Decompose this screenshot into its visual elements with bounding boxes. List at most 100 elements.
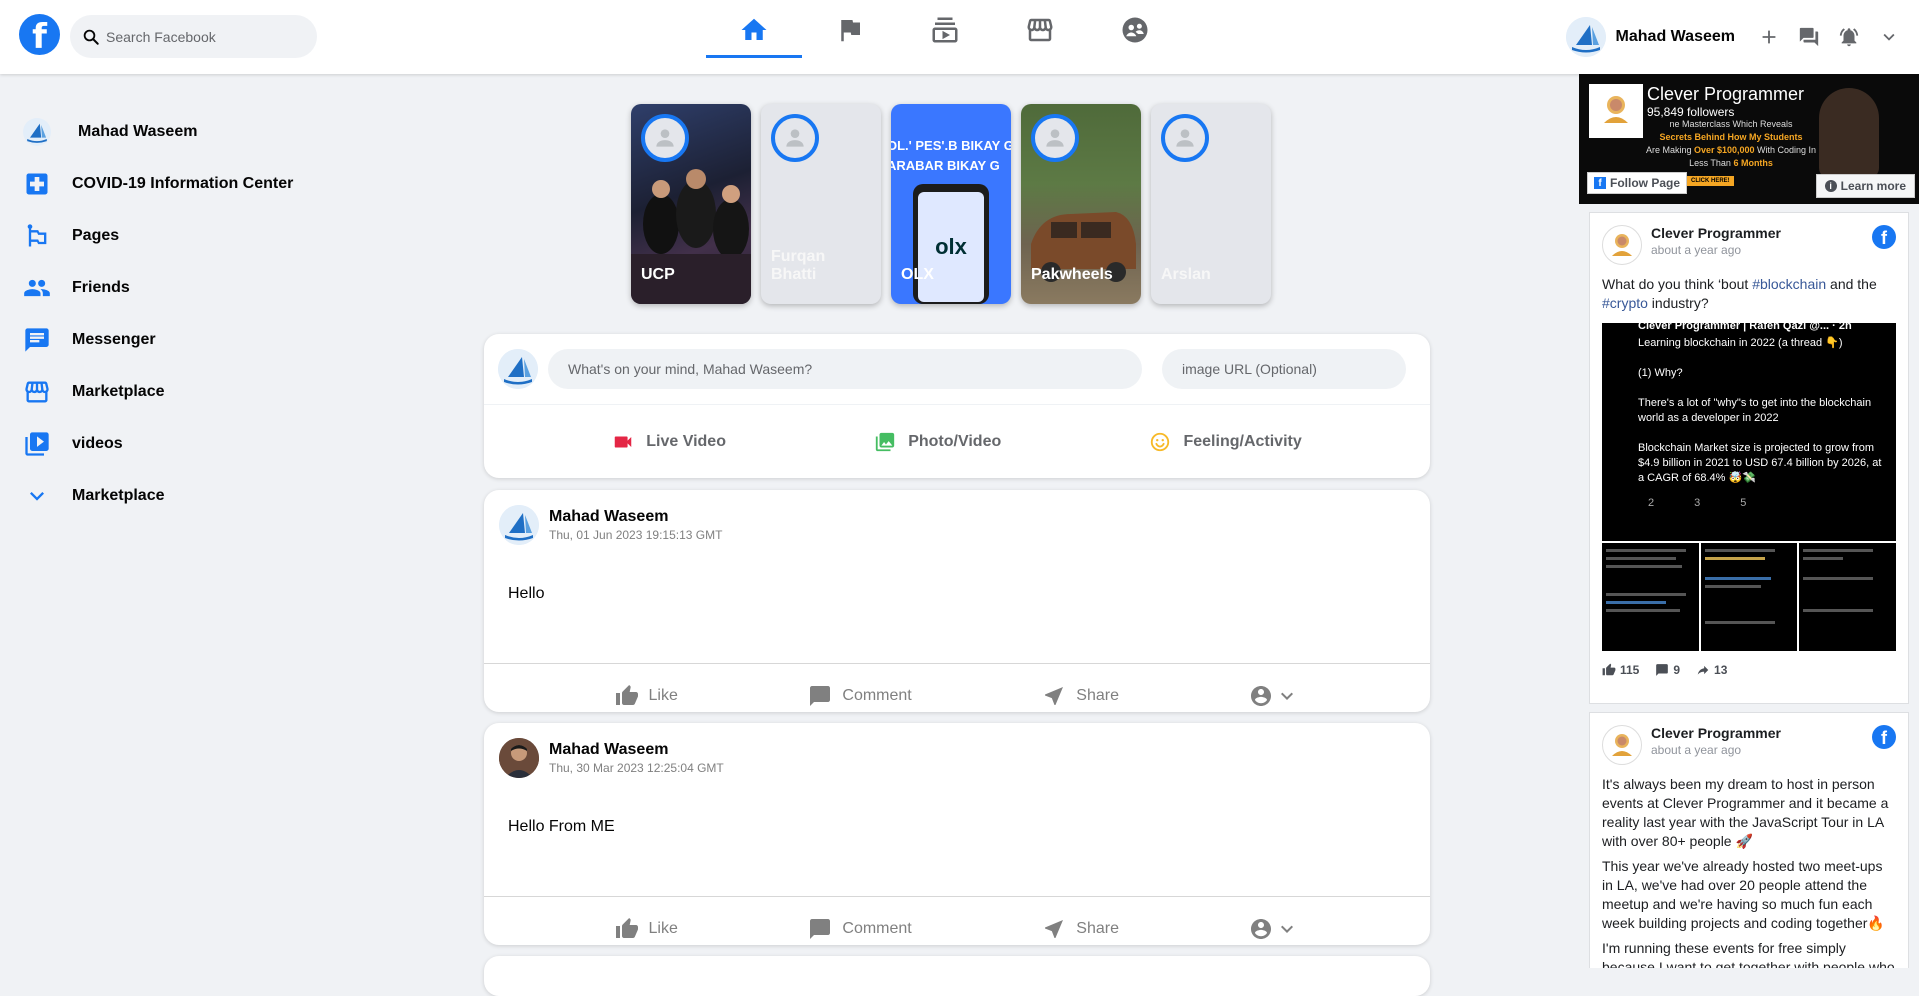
sidebar-item-videos[interactable]: videos bbox=[20, 418, 340, 470]
story-avatar bbox=[1031, 114, 1079, 162]
live-video-label: Live Video bbox=[646, 433, 726, 450]
avatar[interactable] bbox=[499, 738, 539, 778]
nav-groups[interactable] bbox=[1087, 0, 1183, 60]
home-icon bbox=[741, 18, 767, 40]
post-audience-button[interactable] bbox=[1249, 917, 1299, 941]
cover-cta: CLICK HERE! bbox=[1687, 176, 1734, 186]
learn-more-button[interactable]: i Learn more bbox=[1815, 174, 1915, 198]
facebook-icon[interactable]: f bbox=[1872, 725, 1896, 749]
tweet-thumbnail[interactable] bbox=[1700, 543, 1798, 651]
tweet-line: (1) Why? bbox=[1638, 367, 1683, 379]
nav-watch[interactable] bbox=[897, 0, 993, 60]
shares-count[interactable]: 13 bbox=[1696, 663, 1727, 677]
story-card[interactable]: Arslan bbox=[1151, 104, 1271, 304]
sidebar-item-pages[interactable]: Pages bbox=[20, 210, 340, 262]
post-author[interactable]: Mahad Waseem bbox=[549, 741, 724, 759]
message-input[interactable] bbox=[548, 349, 1142, 389]
hashtag-link[interactable]: #blockchain bbox=[1752, 276, 1826, 292]
feeling-activity-label: Feeling/Activity bbox=[1183, 433, 1302, 450]
post-author[interactable]: Mahad Waseem bbox=[549, 508, 722, 526]
search-bar[interactable] bbox=[70, 15, 317, 58]
post-actions: Like Comment Share bbox=[484, 663, 1430, 727]
nav-marketplace[interactable] bbox=[992, 0, 1088, 60]
tweet-thumbnail[interactable]: +2 bbox=[1799, 543, 1897, 651]
notifications-active-icon bbox=[1839, 28, 1859, 47]
sidebar-item-marketplace[interactable]: Marketplace bbox=[20, 366, 340, 418]
left-sidebar: Mahad Waseem COVID-19 Information Center… bbox=[20, 106, 340, 522]
facebook-icon[interactable]: f bbox=[1872, 225, 1896, 249]
story-name: OLX bbox=[901, 266, 934, 283]
sidebar-item-friends[interactable]: Friends bbox=[20, 262, 340, 314]
image-url-input[interactable] bbox=[1162, 349, 1406, 389]
facebook-logo[interactable]: f bbox=[19, 14, 60, 55]
story-card[interactable]: UCP bbox=[631, 104, 751, 304]
sidebar-item-label: Pages bbox=[72, 227, 120, 244]
comment-button[interactable]: Comment bbox=[808, 684, 912, 708]
live-video-button[interactable]: Live Video bbox=[592, 421, 746, 463]
sidebar-item-more[interactable]: Marketplace bbox=[20, 470, 340, 522]
story-avatar bbox=[1161, 114, 1209, 162]
insert-emoticon-icon bbox=[1151, 432, 1170, 452]
sidebar-item-label: Messenger bbox=[72, 331, 156, 348]
post: Mahad Waseem Thu, 30 Mar 2023 12:25:04 G… bbox=[484, 723, 1430, 945]
comments-count[interactable]: 9 bbox=[1655, 663, 1680, 677]
page-post-author[interactable]: Clever Programmer bbox=[1651, 725, 1872, 741]
page-post-time[interactable]: about a year ago bbox=[1651, 243, 1872, 257]
tweet-thumbnail[interactable] bbox=[1602, 543, 1699, 651]
account-menu-button[interactable] bbox=[1869, 17, 1909, 57]
page-plugin-header[interactable]: Clever Programmer 95,849 followers ne Ma… bbox=[1579, 74, 1919, 204]
page-name[interactable]: Clever Programmer bbox=[1647, 84, 1804, 105]
sender-options: Live Video Photo/Video Feeling/Activity bbox=[484, 405, 1430, 479]
page-post-text: This year we've already hosted two meet-… bbox=[1602, 858, 1885, 931]
story-card[interactable]: Pakwheels bbox=[1021, 104, 1141, 304]
page-post: Clever Programmer about a year ago f It'… bbox=[1589, 712, 1909, 968]
share-button[interactable]: Share bbox=[1042, 684, 1119, 708]
story-card[interactable]: Furqan Bhatti bbox=[761, 104, 881, 304]
nav-home[interactable] bbox=[706, 0, 802, 60]
avatar[interactable] bbox=[499, 505, 539, 545]
likes-count[interactable]: 115 bbox=[1602, 663, 1639, 677]
follow-page-button[interactable]: f Follow Page bbox=[1587, 172, 1688, 194]
ad-line: Secrets Behind How My Students bbox=[1659, 132, 1803, 142]
nav-pages[interactable] bbox=[802, 0, 898, 60]
post-audience-button[interactable] bbox=[1249, 684, 1299, 708]
story-name: Furqan Bhatti bbox=[771, 248, 826, 283]
like-button[interactable]: Like bbox=[615, 917, 678, 941]
post bbox=[484, 956, 1430, 996]
page-post-text: It's always been my dream to host in per… bbox=[1602, 776, 1889, 849]
page-avatar[interactable] bbox=[1602, 225, 1642, 265]
avatar[interactable] bbox=[1565, 17, 1606, 57]
story-card[interactable]: OL.' PES'.B BIKAY G ARABAR BIKAY G olx O… bbox=[891, 104, 1011, 304]
tweet-image[interactable]: Clever Programmer | Rafeh Qazi @... · 2h… bbox=[1602, 323, 1896, 541]
sender-top bbox=[484, 334, 1430, 405]
comment-label: Comment bbox=[842, 686, 912, 704]
comment-button[interactable]: Comment bbox=[808, 917, 912, 941]
expand-more-icon bbox=[1281, 925, 1294, 933]
search-input[interactable] bbox=[106, 28, 306, 45]
feeling-activity-button[interactable]: Feeling/Activity bbox=[1129, 421, 1321, 463]
add-button[interactable] bbox=[1749, 17, 1789, 57]
header-user-name[interactable]: Mahad Waseem bbox=[1616, 28, 1735, 46]
share-button[interactable]: Share bbox=[1042, 917, 1119, 941]
storefront-icon bbox=[25, 381, 49, 403]
sidebar-item-label: Friends bbox=[72, 279, 130, 296]
notifications-button[interactable] bbox=[1829, 17, 1869, 57]
cover-ad-text: ne Masterclass Which Reveals Secrets Beh… bbox=[1631, 118, 1831, 170]
forum-button[interactable] bbox=[1789, 17, 1829, 57]
photo-video-button[interactable]: Photo/Video bbox=[854, 421, 1021, 463]
hashtag-link[interactable]: #crypto bbox=[1602, 295, 1648, 311]
sidebar-item-label: Mahad Waseem bbox=[78, 123, 198, 140]
sidebar-item-messenger[interactable]: Messenger bbox=[20, 314, 340, 366]
page-post-text: What do you think ‘bout #blockchain and … bbox=[1602, 276, 1877, 311]
post-timestamp: Thu, 30 Mar 2023 12:25:04 GMT bbox=[549, 761, 724, 775]
sidebar-item-covid[interactable]: COVID-19 Information Center bbox=[20, 158, 340, 210]
like-button[interactable]: Like bbox=[615, 684, 678, 708]
page-avatar[interactable] bbox=[1602, 725, 1642, 765]
sidebar-item-profile[interactable]: Mahad Waseem bbox=[20, 106, 340, 158]
share-label: Share bbox=[1076, 686, 1119, 704]
page-post-time[interactable]: about a year ago bbox=[1651, 743, 1872, 757]
page-post-author[interactable]: Clever Programmer bbox=[1651, 225, 1872, 241]
follow-label: Follow Page bbox=[1610, 176, 1681, 190]
emoji-flags-icon bbox=[27, 224, 47, 247]
share-label: Share bbox=[1076, 919, 1119, 937]
